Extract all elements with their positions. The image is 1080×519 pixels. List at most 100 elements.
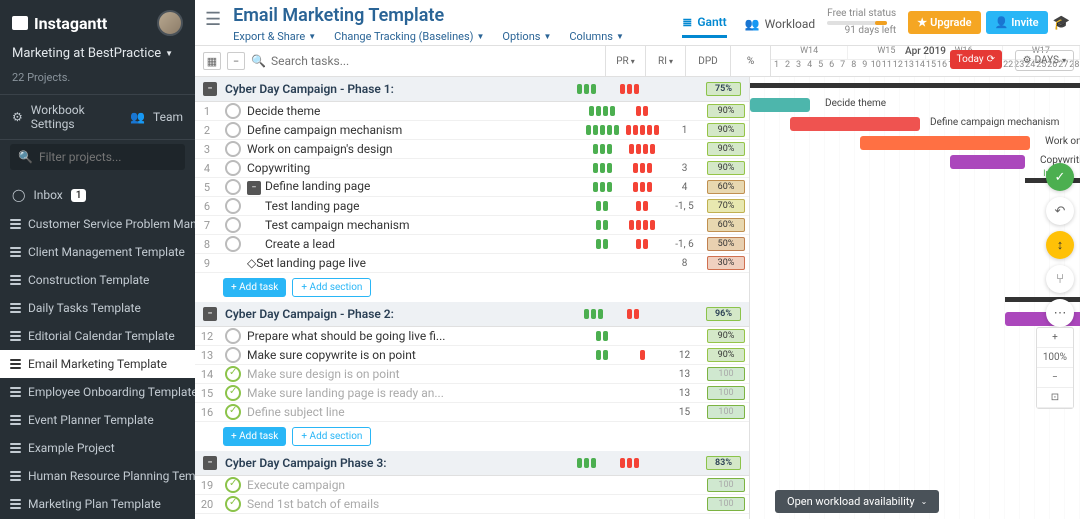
task-row[interactable]: 20Send 1st batch of emails100 — [195, 495, 749, 514]
task-row[interactable]: 7Test campaign mechanism60% — [195, 216, 749, 235]
task-checkbox[interactable] — [225, 236, 241, 252]
list-icon — [10, 443, 21, 453]
task-checkbox[interactable] — [225, 366, 241, 382]
sidebar-item[interactable]: Email Marketing Template — [0, 350, 195, 378]
task-row[interactable]: 1Decide theme90% — [195, 102, 749, 121]
upgrade-button[interactable]: ★Upgrade — [908, 11, 980, 34]
task-row[interactable]: 15Make sure landing page is ready an...1… — [195, 384, 749, 403]
section-header[interactable]: −Cyber Day Campaign - Phase 1:75% — [195, 77, 749, 102]
task-checkbox[interactable] — [225, 122, 241, 138]
collapse-icon[interactable]: − — [203, 82, 217, 96]
task-checkbox[interactable] — [225, 496, 241, 512]
team-link[interactable]: 👥Team — [118, 95, 195, 139]
days-scale-button[interactable]: ⚙DAYS▾ — [1015, 50, 1074, 71]
hamburger-icon[interactable]: ☰ — [205, 5, 221, 30]
sidebar-item[interactable]: Construction Template — [0, 266, 195, 294]
workload-drawer-button[interactable]: Open workload availability⌄ — [775, 490, 939, 513]
graduation-icon[interactable]: 🎓 — [1053, 15, 1070, 31]
more-button[interactable]: ⋯ — [1046, 299, 1074, 327]
branch-button[interactable]: ⑂ — [1046, 265, 1074, 293]
add-section-button[interactable]: + Add section — [292, 427, 371, 446]
user-avatar[interactable] — [157, 10, 183, 36]
task-row[interactable]: 16Define subject line15100 — [195, 403, 749, 422]
section-header[interactable]: −Cyber Day Campaign Phase 3:83% — [195, 451, 749, 476]
zoom-out-button[interactable]: − — [1037, 368, 1073, 388]
sort-button[interactable]: ↕ — [1046, 231, 1074, 259]
task-checkbox[interactable] — [225, 328, 241, 344]
zoom-level: 100% — [1037, 348, 1073, 368]
remove-button[interactable]: − — [227, 52, 245, 70]
menu-item[interactable]: Columns ▼ — [569, 30, 624, 43]
inbox-link[interactable]: ◯Inbox1 — [0, 180, 195, 210]
task-row[interactable]: 6Test landing page-1, 570% — [195, 197, 749, 216]
gear-icon: ⚙ — [1023, 55, 1032, 66]
task-checkbox[interactable] — [225, 103, 241, 119]
project-selector[interactable]: Marketing at BestPractice ▼ — [0, 42, 195, 71]
col-pct[interactable]: % — [730, 45, 770, 77]
task-row[interactable]: 3Work on campaign's design90% — [195, 140, 749, 159]
task-checkbox[interactable] — [225, 477, 241, 493]
col-ri[interactable]: RI▾ — [645, 45, 685, 77]
task-checkbox[interactable] — [225, 347, 241, 363]
search-tasks-input[interactable]: 🔍 — [251, 54, 597, 68]
undo-button[interactable]: ↶ — [1046, 197, 1074, 225]
sidebar-item[interactable]: Customer Service Problem Management Temp… — [0, 210, 195, 238]
task-row[interactable]: 8Create a lead-1, 650% — [195, 235, 749, 254]
today-button[interactable]: Today⟳ — [950, 50, 1002, 69]
task-row[interactable]: 2Define campaign mechanism190% — [195, 121, 749, 140]
task-checkbox[interactable] — [225, 217, 241, 233]
workbook-settings-link[interactable]: ⚙Workbook Settings — [0, 95, 118, 139]
task-checkbox[interactable] — [225, 385, 241, 401]
list-icon — [10, 275, 21, 285]
invite-button[interactable]: 👤Invite — [986, 11, 1048, 34]
task-checkbox[interactable] — [225, 160, 241, 176]
list-icon — [10, 387, 21, 397]
sidebar-item[interactable]: Editorial Calendar Template — [0, 322, 195, 350]
sidebar-item[interactable]: Daily Tasks Template — [0, 294, 195, 322]
menu-item[interactable]: Options ▼ — [502, 30, 551, 43]
collapse-icon[interactable]: − — [203, 307, 217, 321]
list-icon — [10, 359, 21, 369]
task-row[interactable]: 5−Define landing page460% — [195, 178, 749, 197]
task-row[interactable]: 12Prepare what should be going live fi..… — [195, 327, 749, 346]
gantt-chart[interactable]: Cyber Day Campaign - PhDecide themeDefin… — [750, 77, 1080, 519]
col-dpd[interactable]: DPD — [685, 45, 730, 77]
gear-icon: ⚙ — [12, 110, 23, 124]
filter-projects-input[interactable]: 🔍 — [10, 144, 185, 170]
add-task-button[interactable]: + Add task — [223, 427, 286, 446]
task-checkbox[interactable] — [225, 141, 241, 157]
task-checkbox[interactable] — [225, 404, 241, 420]
check-button[interactable]: ✓ — [1046, 163, 1074, 191]
task-row[interactable]: 19Execute campaign100 — [195, 476, 749, 495]
add-section-button[interactable]: + Add section — [292, 278, 371, 297]
sidebar-item[interactable]: Example Project — [0, 434, 195, 462]
list-icon — [10, 499, 21, 509]
task-checkbox[interactable] — [225, 179, 241, 195]
timeline-header: Apr 2019 W14W15W16W17 123456789101112131… — [770, 46, 1080, 77]
sidebar: Instagantt Marketing at BestPractice ▼ 2… — [0, 0, 195, 519]
sidebar-item[interactable]: Employee Onboarding Template — [0, 378, 195, 406]
team-icon: 👥 — [130, 110, 145, 124]
add-button[interactable]: ▦ — [203, 52, 221, 70]
menu-item[interactable]: Change Tracking (Baselines) ▼ — [334, 30, 484, 43]
task-row[interactable]: 4Copywriting390% — [195, 159, 749, 178]
tab-gantt[interactable]: ≣Gantt — [682, 15, 726, 38]
zoom-in-button[interactable]: + — [1037, 328, 1073, 348]
task-row[interactable]: 14Make sure design is on point13100 — [195, 365, 749, 384]
tab-workload[interactable]: 👥Workload — [745, 17, 815, 37]
menu-item[interactable]: Export & Share ▼ — [233, 30, 316, 43]
sidebar-item[interactable]: Event Planner Template — [0, 406, 195, 434]
task-row[interactable]: 13Make sure copywrite is on point1290% — [195, 346, 749, 365]
zoom-fit-button[interactable]: ⊡ — [1037, 388, 1073, 408]
sidebar-item[interactable]: Client Management Template — [0, 238, 195, 266]
sidebar-item[interactable]: Marketing Plan Template — [0, 490, 195, 518]
sidebar-item[interactable]: Human Resource Planning Template — [0, 462, 195, 490]
add-task-button[interactable]: + Add task — [223, 278, 286, 297]
section-header[interactable]: −Cyber Day Campaign - Phase 2:96% — [195, 302, 749, 327]
col-pr[interactable]: PR▾ — [605, 45, 645, 77]
workload-icon: 👥 — [745, 17, 760, 31]
collapse-icon[interactable]: − — [203, 456, 217, 470]
star-icon: ★ — [917, 16, 927, 29]
task-checkbox[interactable] — [225, 198, 241, 214]
task-row[interactable]: 9◇ Set landing page live830% — [195, 254, 749, 273]
